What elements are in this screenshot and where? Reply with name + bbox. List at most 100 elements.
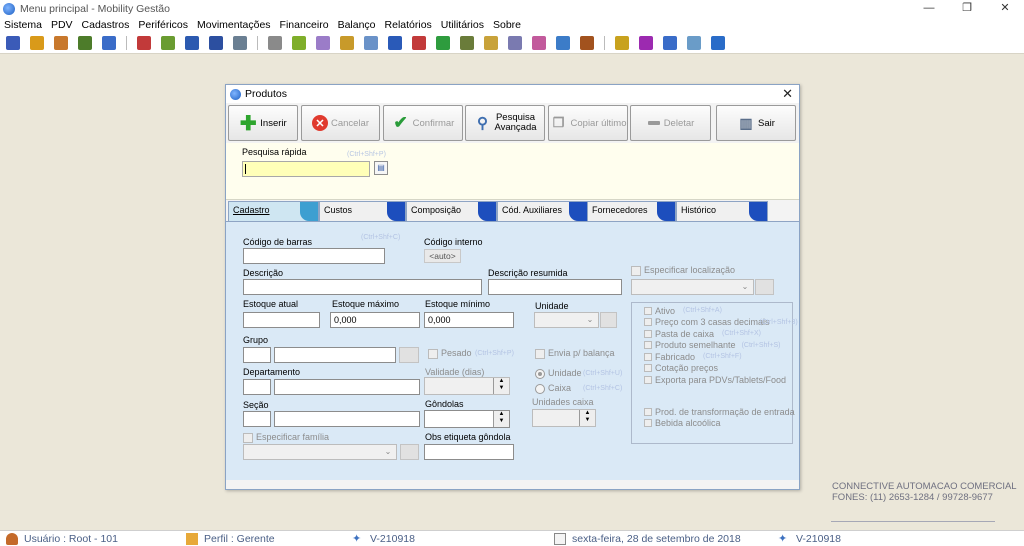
inserir-button[interactable]: ✚ Inserir xyxy=(228,105,298,141)
toolbar-icon[interactable] xyxy=(388,35,402,50)
descricao-input[interactable] xyxy=(243,279,482,295)
confirmar-button[interactable]: ✔ Confirmar xyxy=(383,105,463,141)
quick-search-input[interactable] xyxy=(242,161,370,177)
toolbar-icon[interactable] xyxy=(412,35,426,50)
grupo-description-input[interactable] xyxy=(274,347,396,363)
close-window-icon[interactable]: ✕ xyxy=(986,0,1024,17)
copiar-ultimo-button[interactable]: ❐ Copiar último xyxy=(548,105,628,141)
prod-transformacao-checkbox[interactable]: Prod. de transformação de entrada xyxy=(644,406,795,418)
toolbar-icon[interactable] xyxy=(663,35,677,50)
descricao-resumida-input[interactable] xyxy=(488,279,622,295)
ativo-checkbox[interactable]: Ativo (Ctrl+Shf+A) xyxy=(644,305,798,317)
radio-unidade[interactable]: Unidade xyxy=(535,368,582,379)
estoque-atual-input[interactable] xyxy=(243,312,320,328)
departamento-code-input[interactable] xyxy=(243,379,271,395)
checkbox-icon xyxy=(243,432,253,443)
estoque-minimo-input[interactable]: 0,000 xyxy=(424,312,514,328)
produto-semelhante-checkbox[interactable]: Produto semelhante (Ctrl+Shf+S) xyxy=(644,340,798,352)
tab-custos[interactable]: Custos xyxy=(319,201,406,221)
sair-button[interactable]: ▥ Sair xyxy=(716,105,796,141)
estoque-maximo-input[interactable]: 0,000 xyxy=(330,312,420,328)
gondolas-input[interactable]: ▲ ▼ xyxy=(424,410,510,428)
toolbar-icon[interactable] xyxy=(185,35,199,50)
tab-cadastro[interactable]: Cadastro xyxy=(228,201,319,222)
toolbar-icon[interactable] xyxy=(364,35,378,50)
toolbar-icon[interactable] xyxy=(639,35,653,50)
cotacao-checkbox[interactable]: Cotação preços xyxy=(644,363,798,375)
toolbar-icon[interactable] xyxy=(556,35,570,50)
toolbar-icon[interactable] xyxy=(137,35,151,50)
familia-select[interactable]: ⌄ xyxy=(243,444,397,460)
toolbar-icon[interactable] xyxy=(54,35,68,50)
tab-fornecedores[interactable]: Fornecedores xyxy=(587,201,676,221)
quick-search-lookup-icon[interactable]: ▤ xyxy=(374,161,388,175)
toolbar-icon[interactable] xyxy=(580,35,594,50)
envia-balanca-checkbox[interactable]: Envia p/ balança xyxy=(535,348,615,359)
fabricado-checkbox[interactable]: Fabricado (Ctrl+Shf+F) xyxy=(644,351,798,363)
especificar-localizacao-checkbox[interactable]: Especificar localização xyxy=(631,265,735,276)
toolbar-icon[interactable] xyxy=(532,35,546,50)
copy-icon: ❐ xyxy=(552,115,565,130)
pesquisa-avancada-button[interactable]: ⚲ Pesquisa Avançada xyxy=(465,105,545,141)
tab-composicao[interactable]: Composição xyxy=(406,201,497,221)
codigo-barras-input[interactable] xyxy=(243,248,385,264)
cancelar-button[interactable]: ✕ Cancelar xyxy=(301,105,380,141)
menu-perifericos[interactable]: Periféricos xyxy=(138,19,188,31)
bebida-checkbox[interactable]: Bebida alcoólica xyxy=(644,418,795,430)
grupo-lookup-button[interactable] xyxy=(399,347,419,363)
toolbar-icon[interactable] xyxy=(78,35,92,50)
menu-sistema[interactable]: Sistema xyxy=(4,19,42,31)
toolbar-icon[interactable] xyxy=(316,35,330,50)
tab-historico[interactable]: Histórico xyxy=(676,201,768,221)
toolbar-icon[interactable] xyxy=(102,35,116,50)
unidades-caixa-input[interactable]: ▲ ▼ xyxy=(532,409,596,427)
maximize-icon[interactable]: ❐ xyxy=(948,0,986,17)
departamento-description-input[interactable] xyxy=(274,379,420,395)
toolbar-icon[interactable] xyxy=(436,35,450,50)
menu-balanco[interactable]: Balanço xyxy=(338,19,376,31)
tres-casas-checkbox[interactable]: Preço com 3 casas decimais (Ctrl+Shf+3) xyxy=(644,317,798,329)
toolbar-icon[interactable] xyxy=(233,35,247,50)
menu-relatorios[interactable]: Relatórios xyxy=(385,19,432,31)
familia-lookup-button[interactable] xyxy=(400,444,419,460)
tab-cod-auxiliares[interactable]: Cód. Auxiliares xyxy=(497,201,588,221)
toolbar-icon[interactable] xyxy=(484,35,498,50)
toolbar-icon[interactable] xyxy=(209,35,223,50)
toolbar-icon[interactable] xyxy=(6,35,20,50)
radio-caixa[interactable]: Caixa xyxy=(535,383,571,394)
secao-code-input[interactable] xyxy=(243,411,271,427)
bebida-label: Bebida alcoólica xyxy=(655,418,721,429)
toolbar-icon[interactable] xyxy=(508,35,522,50)
deletar-button[interactable]: Deletar xyxy=(630,105,711,141)
tab-decoration xyxy=(657,202,675,221)
toolbar-icon[interactable] xyxy=(161,35,175,50)
toolbar-icon[interactable] xyxy=(340,35,354,50)
pesado-checkbox[interactable]: Pesado xyxy=(428,348,472,359)
obs-etiqueta-input[interactable] xyxy=(424,444,514,460)
dialog-close-icon[interactable]: ✕ xyxy=(782,86,793,102)
menu-movimentacoes[interactable]: Movimentações xyxy=(197,19,271,31)
toolbar-icon[interactable] xyxy=(687,35,701,50)
especificar-familia-checkbox[interactable]: Especificar família xyxy=(243,432,329,443)
validade-input[interactable]: ▲ ▼ xyxy=(424,377,510,395)
toolbar-icon[interactable] xyxy=(292,35,306,50)
pasta-caixa-checkbox[interactable]: Pasta de caixa (Ctrl+Shf+X) xyxy=(644,328,798,340)
menu-sobre[interactable]: Sobre xyxy=(493,19,521,31)
menu-utilitarios[interactable]: Utilitários xyxy=(441,19,484,31)
exporta-checkbox[interactable]: Exporta para PDVs/Tablets/Food xyxy=(644,374,798,386)
toolbar-icon[interactable] xyxy=(615,35,629,50)
unidade-select[interactable]: ⌄ xyxy=(534,312,599,328)
minimize-icon[interactable]: — xyxy=(910,0,948,17)
toolbar-icon[interactable] xyxy=(268,35,282,50)
menu-pdv[interactable]: PDV xyxy=(51,19,73,31)
localizacao-select[interactable]: ⌄ xyxy=(631,279,754,295)
menu-cadastros[interactable]: Cadastros xyxy=(82,19,130,31)
toolbar-icon[interactable] xyxy=(711,35,725,50)
grupo-code-input[interactable] xyxy=(243,347,271,363)
secao-description-input[interactable] xyxy=(274,411,420,427)
toolbar-icon[interactable] xyxy=(460,35,474,50)
unidade-lookup-button[interactable] xyxy=(600,312,617,328)
localizacao-lookup-button[interactable] xyxy=(755,279,774,295)
menu-financeiro[interactable]: Financeiro xyxy=(280,19,329,31)
toolbar-icon[interactable] xyxy=(30,35,44,50)
